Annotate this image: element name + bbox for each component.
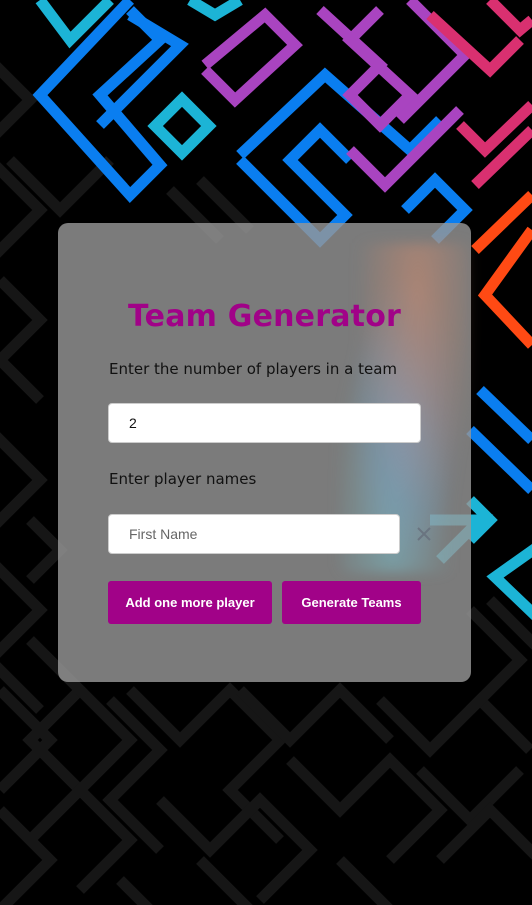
add-player-button[interactable]: Add one more player <box>108 581 272 624</box>
team-size-input[interactable] <box>108 403 421 443</box>
generate-teams-button[interactable]: Generate Teams <box>282 581 421 624</box>
generator-card: Team Generator Enter the number of playe… <box>58 223 471 682</box>
page-title: Team Generator <box>127 299 402 334</box>
player-name-input[interactable] <box>108 514 400 554</box>
player-names-label: Enter player names <box>109 470 257 488</box>
close-icon[interactable] <box>415 525 433 543</box>
team-size-label: Enter the number of players in a team <box>109 360 398 378</box>
